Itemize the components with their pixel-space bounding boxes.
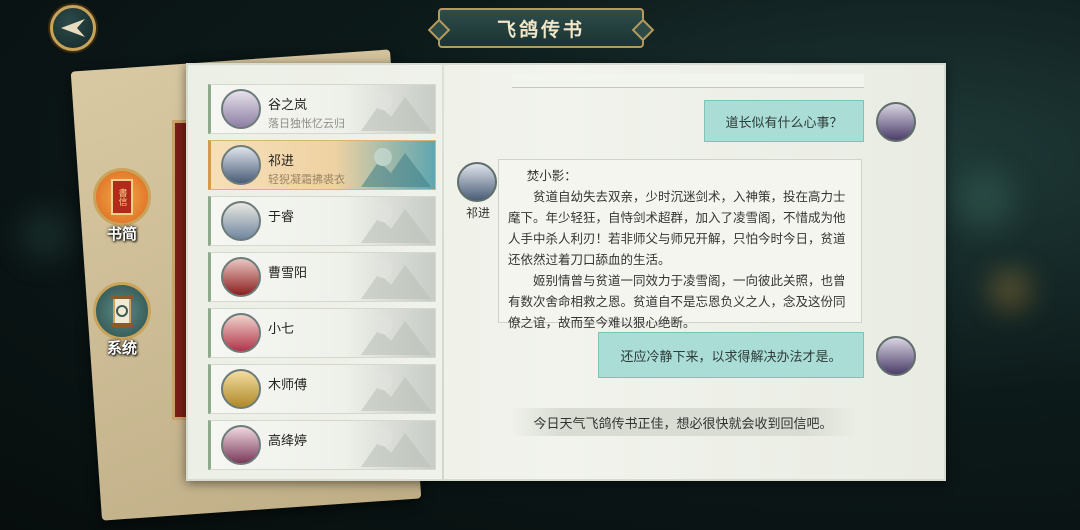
contact-item-selected[interactable]: 祁进 轻猊凝霜拂裘衣: [208, 140, 436, 190]
system-notice: 今日天气飞鸽传书正佳，想必很快就会收到回信吧。: [510, 408, 856, 436]
contact-status: 落日独怅忆云归: [268, 117, 345, 130]
title-banner: 飞鸽传书: [438, 8, 644, 48]
contact-avatar: [221, 89, 261, 129]
message-text: 道长似有什么心事？: [725, 115, 843, 131]
contact-name: 祁进: [268, 154, 295, 169]
mountain-decoration-icon: [361, 372, 431, 411]
contact-item[interactable]: 木师傅: [208, 364, 436, 414]
paper-fold-line: [442, 65, 444, 479]
letter-salutation: 焚小影：: [526, 168, 577, 183]
letters-tab-label: 书简: [106, 225, 137, 243]
contact-avatar: [221, 257, 261, 297]
letter-seal-icon: 書信: [111, 179, 133, 215]
self-avatar: [876, 102, 916, 142]
mountain-decoration-icon: [361, 428, 431, 467]
partner-avatar: [457, 162, 497, 202]
contact-name: 于睿: [268, 210, 295, 225]
scroll-icon: [111, 295, 133, 327]
partner-name: 祁进: [465, 206, 490, 220]
contact-item[interactable]: 谷之岚 落日独怅忆云归: [208, 84, 436, 134]
mountain-decoration-icon: [361, 316, 431, 355]
letter-paragraph: 姬别情曾与贫道一同效力于凌雪阁，一向彼此关照，也曾有数次舍命相救之恩。贫道自不是…: [508, 273, 846, 330]
contact-item[interactable]: 曹雪阳: [208, 252, 436, 302]
background-light: [20, 210, 70, 260]
contact-avatar: [221, 201, 261, 241]
letters-tab-button[interactable]: 書信 书简: [90, 168, 154, 244]
contact-name: 曹雪阳: [268, 266, 308, 281]
letter-paragraph: 贫道自幼失去双亲，少时沉迷剑术，入神策，投在高力士麾下。年少轻狂，自恃剑术超群，…: [508, 189, 846, 267]
background-light: [990, 270, 1030, 310]
mountain-decoration-icon: [361, 204, 431, 243]
contact-name: 谷之岚: [268, 98, 308, 113]
message-text: 还应冷静下来，以求得解决办法才是。: [620, 349, 842, 365]
system-tab-button[interactable]: 系统: [90, 282, 154, 358]
contact-name: 木师傅: [268, 378, 308, 393]
contact-name: 小七: [268, 322, 295, 337]
mountain-decoration-icon: [361, 92, 431, 131]
self-message-bubble: 道长似有什么心事？: [704, 100, 864, 142]
system-notice-text: 今日天气飞鸽传书正佳，想必很快就会收到回信吧。: [533, 416, 833, 432]
contact-avatar: [221, 145, 261, 185]
self-message-bubble: 还应冷静下来，以求得解决办法才是。: [598, 332, 864, 378]
chat-scroll-edge: [512, 74, 864, 88]
page-title: 飞鸽传书: [496, 18, 585, 41]
partner-letter: 焚小影： 贫道自幼失去双亲，少时沉迷剑术，入神策，投在高力士麾下。年少轻狂，自恃…: [498, 159, 862, 330]
contact-status: 轻猊凝霜拂裘衣: [268, 173, 345, 186]
mountain-decoration-icon: [361, 148, 431, 187]
system-tab-label: 系统: [106, 339, 137, 357]
contact-avatar: [221, 369, 261, 409]
background-light: [955, 170, 1015, 230]
contact-item[interactable]: 高绛婷: [208, 420, 436, 470]
contact-list: 谷之岚 落日独怅忆云归 祁进 轻猊凝霜拂裘衣 于睿 曹雪阳 小七 木师傅 高绛婷: [208, 84, 436, 476]
self-avatar: [876, 336, 916, 376]
back-arrow-icon: [61, 19, 85, 37]
contact-avatar: [221, 313, 261, 353]
contact-avatar: [221, 425, 261, 465]
mountain-decoration-icon: [361, 260, 431, 299]
contact-name: 高绛婷: [268, 434, 308, 449]
back-button[interactable]: [50, 5, 96, 51]
contact-item[interactable]: 于睿: [208, 196, 436, 246]
contact-item[interactable]: 小七: [208, 308, 436, 358]
